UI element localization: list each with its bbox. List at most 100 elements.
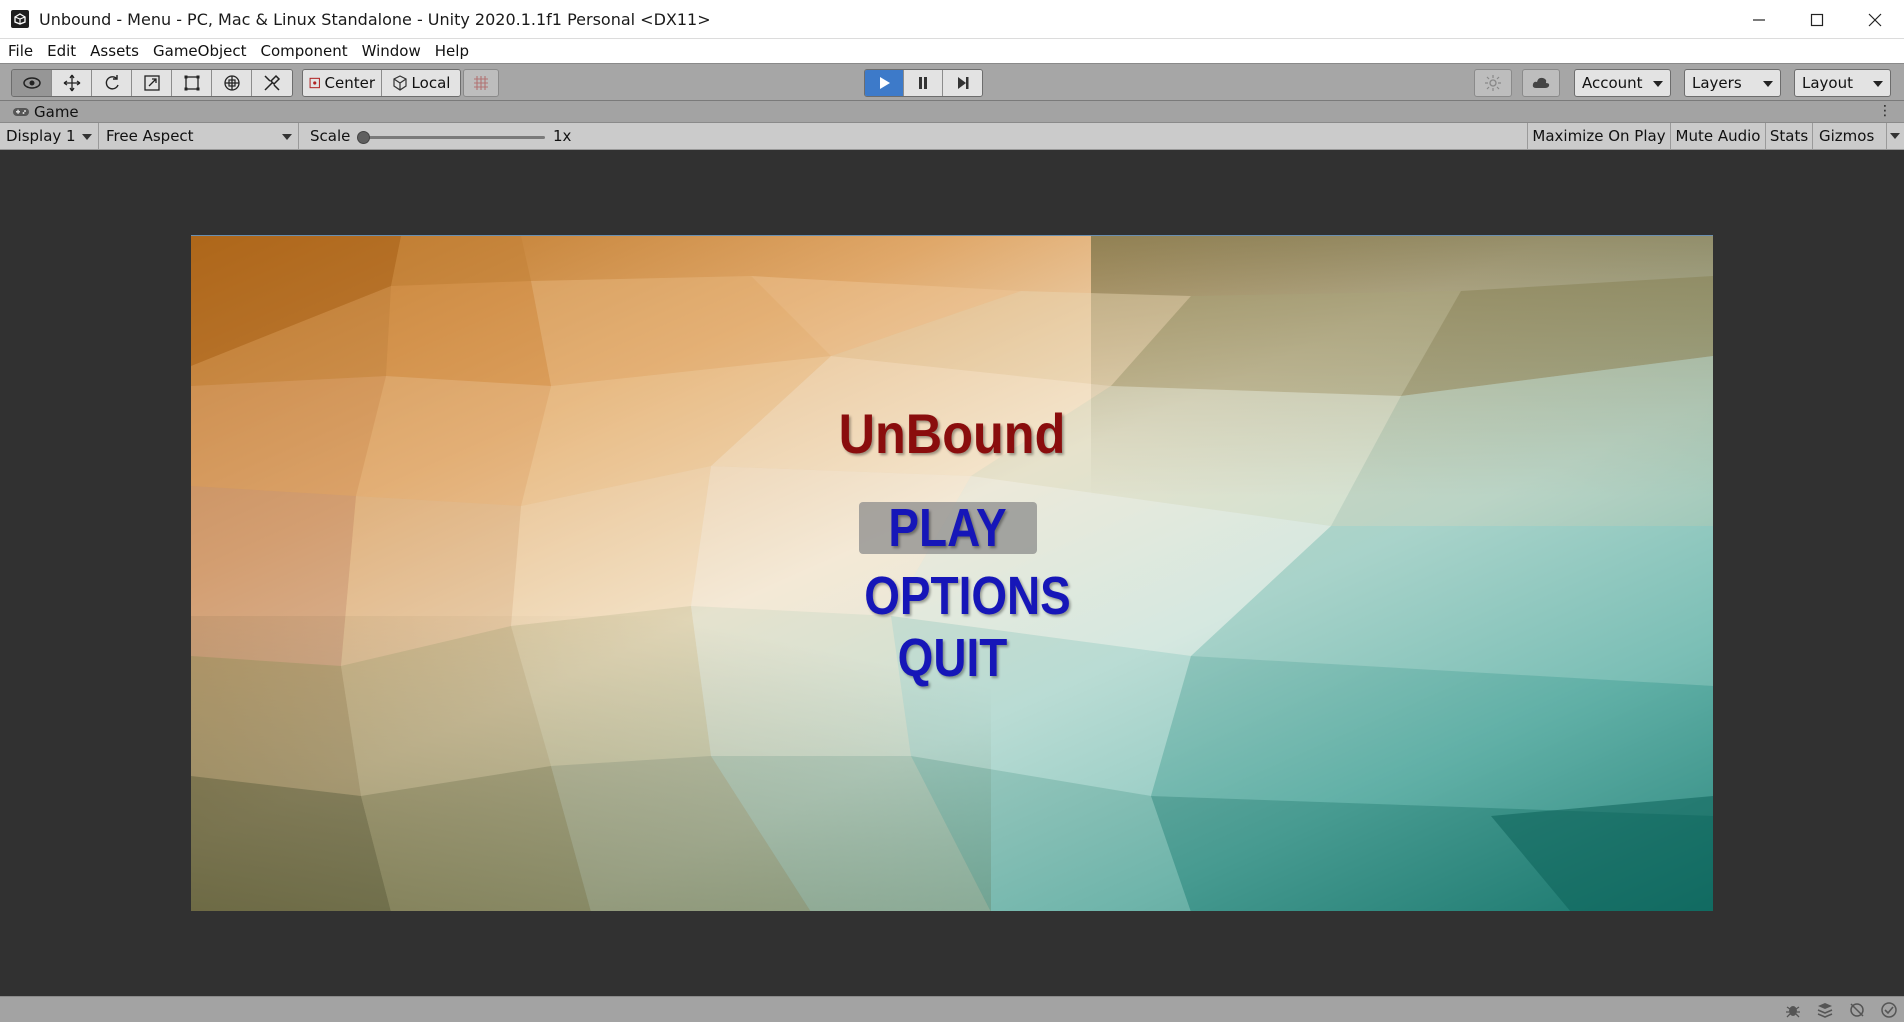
quit-label: QUIT — [897, 628, 1007, 688]
bug-icon[interactable] — [1784, 1001, 1802, 1019]
tab-options-icon[interactable]: ⋮ — [1878, 104, 1892, 118]
pivot-local-icon — [392, 75, 407, 91]
window-controls — [1730, 0, 1904, 39]
menu-file[interactable]: File — [0, 39, 40, 63]
close-button[interactable] — [1846, 0, 1904, 39]
layout-dropdown[interactable]: Layout — [1794, 69, 1891, 97]
menu-window[interactable]: Window — [355, 39, 428, 63]
rect-tool-button[interactable] — [172, 70, 212, 96]
transform-tools — [11, 69, 293, 97]
mute-audio-toggle[interactable]: Mute Audio — [1670, 123, 1765, 149]
unity-editor-window: Unbound - Menu - PC, Mac & Linux Standal… — [0, 0, 1904, 1022]
collab-icon — [1485, 75, 1501, 91]
menu-edit[interactable]: Edit — [40, 39, 83, 63]
gizmos-label: Gizmos — [1819, 127, 1875, 145]
chevron-down-icon — [282, 134, 292, 140]
cloud-button[interactable] — [1522, 69, 1560, 97]
scale-label: Scale — [310, 127, 351, 145]
layout-label: Layout — [1802, 74, 1853, 92]
unity-icon — [11, 10, 29, 28]
scale-slider-track[interactable] — [362, 136, 545, 139]
play-button[interactable] — [865, 70, 904, 96]
gamepad-icon — [13, 107, 29, 116]
grid-snap-icon — [474, 76, 488, 90]
game-screen: UnBound PLAY OPTIONS QUIT — [191, 235, 1713, 911]
minimize-icon — [1753, 18, 1765, 21]
account-label: Account — [1582, 74, 1643, 92]
mute-audio-label: Mute Audio — [1675, 127, 1761, 145]
maximize-on-play-label: Maximize On Play — [1532, 127, 1666, 145]
chevron-down-icon — [1873, 81, 1883, 87]
custom-tool-icon — [264, 74, 281, 91]
minimize-button[interactable] — [1730, 0, 1788, 39]
scale-icon — [143, 75, 160, 91]
play-game-label: PLAY — [888, 498, 1008, 558]
chevron-down-icon — [1763, 81, 1773, 87]
chevron-down-icon — [82, 134, 92, 140]
account-dropdown[interactable]: Account — [1574, 69, 1671, 97]
custom-tool-button[interactable] — [252, 70, 292, 96]
game-view-controls: Display 1 Free Aspect Scale 1x Maximize … — [0, 123, 1904, 150]
collab-button[interactable] — [1474, 69, 1512, 97]
pivot-center-toggle[interactable]: Center — [303, 70, 382, 96]
gizmos-toggle[interactable]: Gizmos — [1812, 123, 1886, 149]
move-tool-button[interactable] — [52, 70, 92, 96]
cloud-icon — [1532, 77, 1550, 88]
rect-transform-icon — [184, 75, 199, 91]
options-label: OPTIONS — [864, 566, 1071, 626]
play-game-button[interactable]: PLAY — [859, 498, 1037, 558]
stats-toggle[interactable]: Stats — [1765, 123, 1812, 149]
grid-snap-button[interactable] — [463, 69, 499, 97]
view-eye-icon — [22, 77, 41, 89]
tab-game[interactable]: Game — [34, 103, 79, 121]
menu-help[interactable]: Help — [428, 39, 476, 63]
pivot-local-label: Local — [411, 74, 451, 92]
scale-slider-thumb[interactable] — [357, 131, 370, 144]
rotate-tool-button[interactable] — [92, 70, 132, 96]
quit-button[interactable]: QUIT — [872, 628, 1032, 688]
aspect-dropdown[interactable]: Free Aspect — [100, 123, 299, 149]
transform-tool-button[interactable] — [212, 70, 252, 96]
chevron-down-icon — [1653, 81, 1663, 87]
move-icon — [63, 74, 80, 92]
transform-icon — [223, 75, 240, 91]
maximize-on-play-toggle[interactable]: Maximize On Play — [1527, 123, 1670, 149]
pivot-local-toggle[interactable]: Local — [382, 70, 460, 96]
view-tool-button[interactable] — [12, 70, 52, 96]
aspect-label: Free Aspect — [106, 127, 194, 145]
rotate-icon — [105, 75, 119, 90]
game-tab-bar: Game ⋮ — [0, 101, 1904, 123]
checkmark-icon[interactable] — [1880, 1001, 1898, 1019]
menu-bar: File Edit Assets GameObject Component Wi… — [0, 39, 1904, 63]
play-controls — [864, 69, 983, 97]
pause-button[interactable] — [904, 70, 943, 96]
pivot-center-icon — [309, 77, 320, 89]
gizmos-dropdown[interactable] — [1886, 123, 1904, 149]
visibility-icon[interactable] — [1848, 1001, 1866, 1019]
game-viewport: UnBound PLAY OPTIONS QUIT — [0, 150, 1904, 996]
maximize-icon — [1810, 13, 1824, 26]
step-button[interactable] — [943, 70, 982, 96]
menu-gameobject[interactable]: GameObject — [146, 39, 254, 63]
stats-label: Stats — [1769, 127, 1809, 145]
display-dropdown[interactable]: Display 1 — [0, 123, 99, 149]
scale-tool-button[interactable] — [132, 70, 172, 96]
pivot-toggles: Center Local — [302, 69, 461, 97]
layers-label: Layers — [1692, 74, 1742, 92]
window-title: Unbound - Menu - PC, Mac & Linux Standal… — [39, 9, 711, 29]
options-button[interactable]: OPTIONS — [846, 566, 1071, 626]
close-icon — [1868, 13, 1882, 26]
play-icon — [880, 77, 890, 89]
maximize-button[interactable] — [1788, 0, 1846, 39]
layers-stack-icon[interactable] — [1816, 1001, 1834, 1019]
game-title: UnBound — [838, 402, 1066, 465]
pause-icon — [919, 77, 927, 89]
status-icons — [1784, 1001, 1898, 1019]
menu-component[interactable]: Component — [254, 39, 355, 63]
scale-value: 1x — [553, 127, 572, 145]
main-toolbar: Center Local Account Layers Layout — [0, 63, 1904, 101]
layers-dropdown[interactable]: Layers — [1684, 69, 1781, 97]
status-bar — [0, 996, 1904, 1022]
display-label: Display 1 — [6, 127, 76, 145]
menu-assets[interactable]: Assets — [83, 39, 146, 63]
